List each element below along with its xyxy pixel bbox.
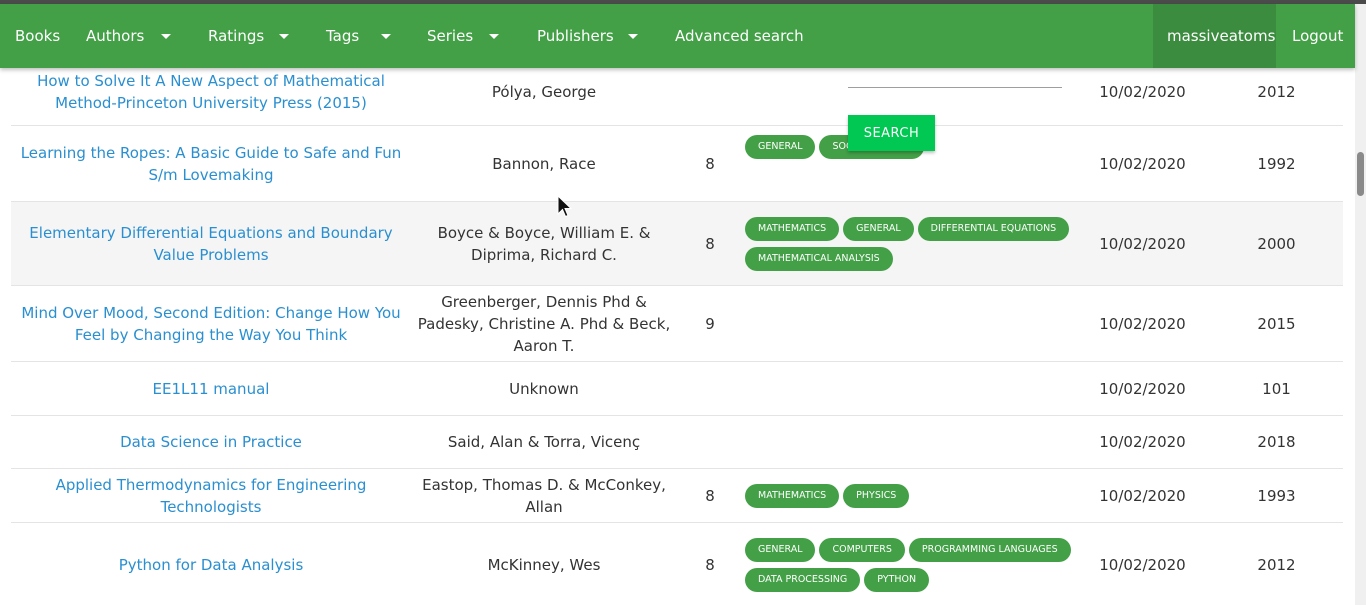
table-row: Python for Data Analysis McKinney, Wes 8… <box>11 523 1343 605</box>
series-dropdown-icon[interactable] <box>489 34 499 39</box>
tag-chip[interactable]: COMPUTERS <box>819 537 905 562</box>
tag-chip[interactable]: GENERAL <box>745 135 816 159</box>
mouse-cursor-icon <box>557 195 573 218</box>
tag-chip[interactable]: PYTHON <box>864 567 930 592</box>
table-row: Data Science in Practice Said, Alan & To… <box>11 416 1343 469</box>
table-row: Applied Thermodynamics for Engineering T… <box>11 469 1343 523</box>
book-rating: 9 <box>705 314 715 333</box>
tags-dropdown-icon[interactable] <box>381 34 391 39</box>
table-row: EE1L11 manual Unknown 10/02/2020 101 <box>11 362 1343 416</box>
nav-series[interactable]: Series <box>427 4 473 68</box>
table-row: Elementary Differential Equations and Bo… <box>11 202 1343 286</box>
book-title-link[interactable]: Learning the Ropes: A Basic Guide to Saf… <box>11 126 411 201</box>
book-year: 2012 <box>1257 82 1296 101</box>
book-title-link[interactable]: Mind Over Mood, Second Edition: Change H… <box>11 286 411 361</box>
tag-chip[interactable]: DATA PROCESSING <box>745 567 861 592</box>
book-tags: MATHEMATICS GENERAL DIFFERENTIAL EQUATIO… <box>745 202 1075 285</box>
nav-books[interactable]: Books <box>15 4 60 68</box>
nav-logout[interactable]: Logout <box>1292 4 1343 68</box>
book-rating: 8 <box>705 234 715 253</box>
tag-chip[interactable]: PHYSICS <box>843 483 910 508</box>
book-tags: MATHEMATICS PHYSICS <box>745 469 1075 522</box>
book-author[interactable]: Bannon, Race <box>413 126 675 201</box>
book-title-link[interactable]: EE1L11 manual <box>11 362 411 415</box>
nav-publishers[interactable]: Publishers <box>537 4 614 68</box>
book-year: 1993 <box>1257 486 1296 505</box>
book-title-link[interactable]: Elementary Differential Equations and Bo… <box>11 202 411 285</box>
tag-chip[interactable]: GENERAL <box>843 216 914 241</box>
book-rating <box>675 416 745 468</box>
book-rating: 8 <box>705 486 715 505</box>
nav-ratings[interactable]: Ratings <box>208 4 264 68</box>
book-year: 2015 <box>1257 314 1296 333</box>
search-input-underline[interactable] <box>848 87 1062 88</box>
ratings-dropdown-icon[interactable] <box>279 34 289 39</box>
table-row: Learning the Ropes: A Basic Guide to Saf… <box>11 126 1343 202</box>
tag-chip[interactable]: DIFFERENTIAL EQUATIONS <box>917 216 1070 241</box>
tag-chip[interactable]: GENERAL <box>745 537 816 562</box>
search-button[interactable]: SEARCH <box>848 115 935 151</box>
book-tags <box>745 286 1075 361</box>
tag-chip[interactable]: MATHEMATICS <box>745 216 840 241</box>
book-author[interactable]: Said, Alan & Torra, Vicenç <box>413 416 675 468</box>
tag-chip[interactable]: MATHEMATICAL ANALYSIS <box>745 246 893 271</box>
book-date: 10/02/2020 <box>1099 486 1186 505</box>
book-date: 10/02/2020 <box>1099 314 1186 333</box>
book-date: 10/02/2020 <box>1099 433 1186 451</box>
book-author[interactable]: Boyce & Boyce, William E. & Diprima, Ric… <box>413 202 675 285</box>
top-navbar: Books Authors Ratings Tags Series Publis… <box>0 4 1355 68</box>
tag-chip[interactable]: PROGRAMMING LANGUAGES <box>908 537 1071 562</box>
book-year: 101 <box>1262 379 1291 398</box>
table-row: How to Solve It A New Aspect of Mathemat… <box>11 68 1343 126</box>
scrollbar-thumb[interactable] <box>1357 152 1364 196</box>
authors-dropdown-icon[interactable] <box>161 34 171 39</box>
book-rating: 8 <box>705 555 715 574</box>
book-rating: 8 <box>705 154 715 173</box>
book-date: 10/02/2020 <box>1099 379 1186 398</box>
book-tags <box>745 416 1075 468</box>
nav-tags[interactable]: Tags <box>326 4 359 68</box>
book-title-link[interactable]: Applied Thermodynamics for Engineering T… <box>11 469 411 522</box>
book-author[interactable]: Eastop, Thomas D. & McConkey, Allan <box>413 469 675 522</box>
book-rating <box>675 362 745 415</box>
book-author[interactable]: Greenberger, Dennis Phd & Padesky, Chris… <box>413 286 675 361</box>
book-author[interactable]: McKinney, Wes <box>413 523 675 605</box>
tag-chip[interactable]: MATHEMATICS <box>745 483 840 508</box>
nav-advanced-search[interactable]: Advanced search <box>675 4 804 68</box>
book-year: 1992 <box>1257 154 1296 173</box>
book-title-link[interactable]: How to Solve It A New Aspect of Mathemat… <box>11 68 411 125</box>
book-date: 10/02/2020 <box>1099 555 1186 574</box>
publishers-dropdown-icon[interactable] <box>628 34 638 39</box>
book-title-link[interactable]: Python for Data Analysis <box>11 523 411 605</box>
book-year: 2000 <box>1257 234 1296 253</box>
nav-user[interactable]: massiveatoms <box>1167 4 1275 68</box>
book-year: 2012 <box>1257 555 1296 574</box>
book-title-link[interactable]: Data Science in Practice <box>11 416 411 468</box>
book-tags <box>745 362 1075 415</box>
book-author[interactable]: Pólya, George <box>413 68 675 125</box>
book-year: 2018 <box>1257 433 1296 451</box>
book-date: 10/02/2020 <box>1099 82 1186 101</box>
book-date: 10/02/2020 <box>1099 154 1186 173</box>
books-table: How to Solve It A New Aspect of Mathemat… <box>11 68 1343 605</box>
page-scrollbar[interactable] <box>1355 4 1366 605</box>
book-date: 10/02/2020 <box>1099 234 1186 253</box>
book-author[interactable]: Unknown <box>413 362 675 415</box>
table-row: Mind Over Mood, Second Edition: Change H… <box>11 286 1343 362</box>
nav-authors[interactable]: Authors <box>86 4 144 68</box>
book-rating <box>675 68 745 125</box>
book-tags: GENERAL COMPUTERS PROGRAMMING LANGUAGES … <box>745 523 1075 605</box>
